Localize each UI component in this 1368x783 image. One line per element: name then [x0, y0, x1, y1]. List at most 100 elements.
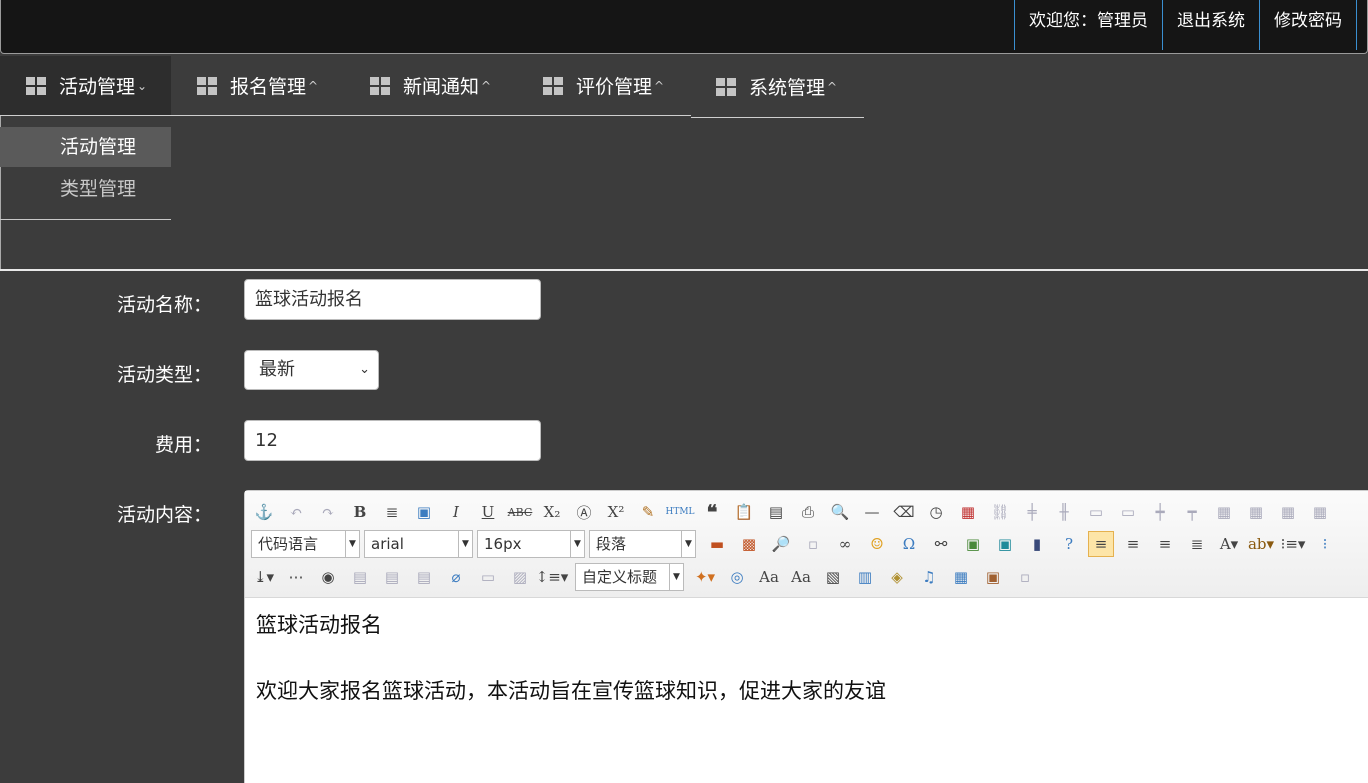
select-all-icon[interactable]: ▤: [763, 499, 789, 525]
map-icon[interactable]: ▣: [960, 531, 986, 557]
nav-tab-activity[interactable]: 活动管理 ⌄: [0, 56, 171, 116]
nav-tab-registration[interactable]: 报名管理 ^: [171, 56, 343, 116]
emotion-icon[interactable]: ☺: [864, 531, 890, 557]
caret-down-icon: ▼: [669, 564, 683, 590]
delete-col-icon[interactable]: ┯: [1179, 499, 1205, 525]
custom-title-select[interactable]: 自定义标题 ▼: [575, 563, 684, 591]
chevron-down-icon: ⌄: [137, 78, 148, 93]
line-height-icon[interactable]: ↕≡▾: [536, 564, 569, 590]
template-icon[interactable]: ▧: [820, 564, 846, 590]
submenu-item-type[interactable]: 类型管理: [0, 167, 171, 211]
table-delete-icon[interactable]: ▦: [1307, 499, 1333, 525]
paste-icon[interactable]: ▣: [980, 564, 1006, 590]
image-left-icon[interactable]: ▤: [379, 564, 405, 590]
search-replace-icon[interactable]: ⚯: [928, 531, 954, 557]
logout-link[interactable]: 退出系统: [1162, 0, 1259, 50]
ordered-list-icon[interactable]: ⁝≡▾: [1280, 531, 1306, 557]
html-icon[interactable]: HTML: [665, 499, 694, 525]
unlink-icon[interactable]: ⛓: [987, 499, 1013, 525]
attachment-icon[interactable]: ⌀: [443, 564, 469, 590]
row-spacing-top-icon[interactable]: ⤓▾: [251, 564, 277, 590]
align-justify-icon[interactable]: ≣: [1184, 531, 1210, 557]
merge-cells-icon[interactable]: ▭: [1083, 499, 1109, 525]
music-icon[interactable]: ♫: [916, 564, 942, 590]
unordered-list-icon[interactable]: ⁝: [1312, 531, 1338, 557]
eraser-icon[interactable]: ⌫: [891, 499, 917, 525]
font-border-icon[interactable]: Ⓐ: [571, 499, 597, 525]
image-none-icon[interactable]: ▫: [800, 531, 826, 557]
split-cells-icon[interactable]: ▭: [1115, 499, 1141, 525]
grid-icon: [716, 77, 736, 96]
paste-text-icon[interactable]: 📋: [731, 499, 757, 525]
chevron-down-icon: ⌄: [359, 362, 370, 377]
bold-icon[interactable]: B: [347, 499, 373, 525]
activity-type-select[interactable]: 最新 ⌄: [244, 350, 379, 390]
format-painter-icon[interactable]: ▣: [411, 499, 437, 525]
image-right-icon[interactable]: ▤: [411, 564, 437, 590]
print-icon[interactable]: ⎙: [795, 499, 821, 525]
highlight-icon[interactable]: ab▾: [1248, 531, 1274, 557]
video-icon[interactable]: ▮: [1024, 531, 1050, 557]
blockquote-icon[interactable]: ❝: [699, 499, 725, 525]
image-center-icon[interactable]: ▭: [475, 564, 501, 590]
subscript-icon[interactable]: X₂: [539, 499, 565, 525]
insert-col-icon[interactable]: ╫: [1051, 499, 1077, 525]
caret-down-icon: ▼: [570, 531, 584, 557]
background-icon[interactable]: ◎: [724, 564, 750, 590]
magic-wand-icon[interactable]: ✦▾: [692, 564, 718, 590]
image-search-icon[interactable]: 🔎: [768, 531, 794, 557]
redo-icon[interactable]: ↷: [315, 499, 341, 525]
activity-type-value: 最新: [259, 359, 295, 380]
grid-icon: [26, 76, 46, 95]
gmap-icon[interactable]: ▣: [992, 531, 1018, 557]
submenu-item-activity[interactable]: 活动管理: [0, 127, 171, 167]
insert-table-icon[interactable]: ▦: [948, 564, 974, 590]
scrawl-icon[interactable]: ◈: [884, 564, 910, 590]
activity-name-input[interactable]: 篮球活动报名: [244, 279, 541, 320]
delete-row-icon[interactable]: ┿: [1147, 499, 1173, 525]
special-char-icon[interactable]: Ω: [896, 531, 922, 557]
snapscreen-icon[interactable]: ◉: [315, 564, 341, 590]
editor-content[interactable]: 篮球活动报名 欢迎大家报名篮球活动，本活动旨在宣传篮球知识，促进大家的友谊: [256, 609, 886, 741]
font-family-select[interactable]: arial ▼: [364, 530, 473, 558]
italic-icon[interactable]: I: [443, 499, 469, 525]
preview-icon[interactable]: 🔍: [827, 499, 853, 525]
align-center-icon[interactable]: ≡: [1152, 531, 1178, 557]
link-icon[interactable]: ∞: [832, 531, 858, 557]
char-case-icon[interactable]: Aa: [756, 564, 782, 590]
image-icon[interactable]: ▬: [704, 531, 730, 557]
change-password-link[interactable]: 修改密码: [1259, 0, 1357, 50]
paragraph-select[interactable]: 段落 ▼: [589, 530, 696, 558]
help-icon[interactable]: ?: [1056, 531, 1082, 557]
align-left-icon[interactable]: ≡: [1088, 531, 1114, 557]
horizontal-rule-icon[interactable]: —: [859, 499, 885, 525]
undo-icon[interactable]: ↶: [283, 499, 309, 525]
clear-format-icon[interactable]: ✎: [635, 499, 661, 525]
table-icon[interactable]: ▦: [1275, 499, 1301, 525]
underline-icon[interactable]: U: [475, 499, 501, 525]
char-case-alt-icon[interactable]: Aa: [788, 564, 814, 590]
indent-icon[interactable]: ≣: [379, 499, 405, 525]
nav-tab-system[interactable]: 系统管理 ^: [691, 56, 864, 118]
draft-icon[interactable]: ▫: [1012, 564, 1038, 590]
date-icon[interactable]: ▦: [955, 499, 981, 525]
font-color-icon[interactable]: A▾: [1216, 531, 1242, 557]
align-right-icon[interactable]: ≡: [1120, 531, 1146, 557]
code-language-select[interactable]: 代码语言 ▼: [251, 530, 360, 558]
page-break-icon[interactable]: ⋯: [283, 564, 309, 590]
nav-tab-news[interactable]: 新闻通知 ^: [343, 56, 516, 116]
multi-image-icon[interactable]: ▩: [736, 531, 762, 557]
insert-row-icon[interactable]: ╪: [1019, 499, 1045, 525]
cell-props-icon[interactable]: ▦: [1243, 499, 1269, 525]
fee-input[interactable]: 12: [244, 420, 541, 461]
anchor-icon[interactable]: ⚓: [251, 499, 277, 525]
table-props-icon[interactable]: ▦: [1211, 499, 1237, 525]
word-image-icon[interactable]: ▨: [507, 564, 533, 590]
frame-icon[interactable]: ▥: [852, 564, 878, 590]
superscript-icon[interactable]: X²: [603, 499, 629, 525]
time-icon[interactable]: ◷: [923, 499, 949, 525]
strikethrough-icon[interactable]: ABC: [507, 499, 533, 525]
nav-tab-evaluation[interactable]: 评价管理 ^: [516, 56, 691, 116]
image-none-align-icon[interactable]: ▤: [347, 564, 373, 590]
font-size-select[interactable]: 16px ▼: [477, 530, 585, 558]
